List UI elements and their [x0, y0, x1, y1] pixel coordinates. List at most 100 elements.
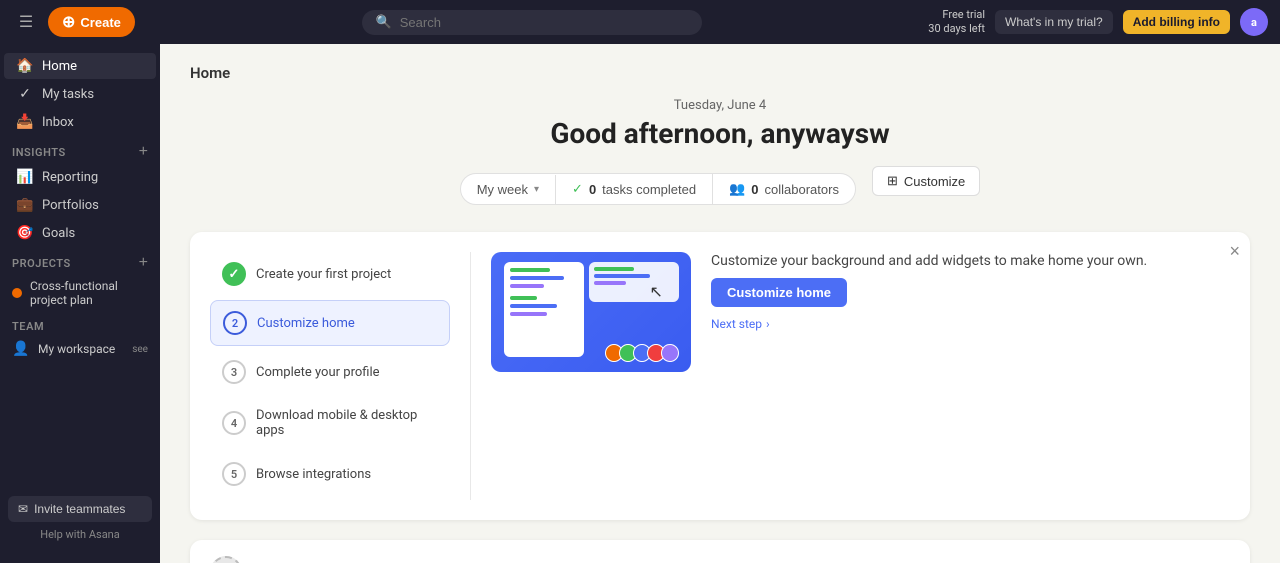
step-3-circle: 3: [222, 360, 246, 384]
inbox-icon: 📥: [16, 114, 34, 130]
hamburger-button[interactable]: ☰: [12, 8, 40, 36]
tasks-header: My tasks 🔒: [210, 556, 1230, 563]
sidebar-team-workspace[interactable]: 👤 My workspace see: [0, 336, 160, 362]
preview-panel-left: [504, 262, 584, 357]
project-dot-icon: [12, 288, 22, 298]
tasks-section: My tasks 🔒 Upcoming Overdue Completed + …: [190, 540, 1250, 563]
sidebar-my-tasks-label: My tasks: [42, 87, 94, 102]
customize-button[interactable]: ⊞ Customize: [872, 166, 980, 196]
topbar: ☰ ⊕ Create 🔍 Free trial 30 days left Wha…: [0, 0, 1280, 44]
step-4-circle: 4: [222, 411, 246, 435]
insights-section-header: Insights +: [0, 136, 160, 163]
avatar: a: [1240, 8, 1268, 36]
preview-panel-right: [589, 262, 679, 302]
sidebar-portfolios-label: Portfolios: [42, 198, 99, 213]
reporting-icon: 📊: [16, 169, 34, 185]
hero-date: Tuesday, June 4: [190, 98, 1250, 113]
search-input-wrap[interactable]: 🔍: [362, 10, 702, 35]
next-step-label: Next step: [711, 317, 762, 331]
preview-bar-2: [510, 276, 564, 280]
preview-avatars: [609, 344, 679, 362]
create-label: Create: [80, 15, 120, 30]
main-content: Home Tuesday, June 4 Good afternoon, any…: [160, 44, 1280, 563]
sidebar-project-cross-functional[interactable]: Cross-functional project plan: [0, 274, 160, 312]
onboarding-steps-list: ✓ Create your first project 2 Customize …: [210, 252, 450, 500]
check-icon: ✓: [572, 181, 583, 197]
team-section-label: Team: [12, 320, 44, 333]
tasks-avatar: [210, 556, 242, 563]
chevron-down-icon: ▾: [534, 184, 539, 195]
sidebar-workspace-label: My workspace: [38, 342, 115, 356]
onboarding-desc: Customize your background and add widget…: [711, 252, 1230, 331]
next-step-link[interactable]: Next step ›: [711, 317, 1230, 331]
portfolios-icon: 💼: [16, 197, 34, 213]
sidebar-goals-label: Goals: [42, 226, 75, 241]
my-week-button[interactable]: My week ▾: [461, 175, 556, 204]
preview-inner: ↖: [499, 257, 684, 367]
workspace-icon: 👤: [12, 341, 30, 357]
tasks-completed-label: tasks completed: [602, 182, 696, 197]
step-3-label: Complete your profile: [256, 365, 380, 380]
onboarding-divider: [470, 252, 471, 500]
preview-bar-1: [510, 268, 551, 272]
invite-label: Invite teammates: [34, 502, 125, 516]
sidebar-inbox-label: Inbox: [42, 115, 74, 130]
preview-bar-4: [510, 296, 537, 300]
cursor-icon: ↖: [650, 282, 664, 296]
search-bar: 🔍: [143, 10, 920, 35]
add-insights-button[interactable]: +: [139, 144, 148, 160]
projects-section-label: Projects: [12, 257, 71, 270]
step-2-label: Customize home: [257, 316, 355, 331]
add-project-button[interactable]: +: [139, 255, 148, 271]
sidebar-item-goals[interactable]: 🎯 Goals: [4, 220, 156, 246]
onboarding-step-2[interactable]: 2 Customize home: [210, 300, 450, 346]
sidebar-project-name: Cross-functional project plan: [30, 279, 148, 307]
onboarding-preview: ↖: [491, 252, 691, 372]
whats-in-trial-button[interactable]: What's in my trial?: [995, 10, 1113, 34]
my-week-label: My week: [477, 182, 528, 197]
topbar-left: ☰ ⊕ Create: [12, 7, 135, 37]
goals-icon: 🎯: [16, 225, 34, 241]
invite-teammates-button[interactable]: ✉ Invite teammates: [8, 496, 152, 522]
projects-section-header: Projects +: [0, 247, 160, 274]
tasks-completed-button[interactable]: ✓ 0 tasks completed: [556, 174, 713, 204]
tasks-icon: ✓: [16, 86, 34, 102]
hero-greeting: Good afternoon, anywaysw: [190, 117, 1250, 150]
sidebar-item-reporting[interactable]: 📊 Reporting: [4, 164, 156, 190]
search-icon: 🔍: [376, 15, 392, 30]
invite-icon: ✉: [18, 502, 28, 516]
step-2-circle: 2: [223, 311, 247, 335]
sidebar-item-home[interactable]: 🏠 Home: [4, 53, 156, 79]
people-icon: 👥: [729, 181, 745, 197]
onboarding-step-5[interactable]: 5 Browse integrations: [210, 452, 450, 496]
collaborators-button[interactable]: 👥 0 collaborators: [713, 174, 855, 204]
step-5-label: Browse integrations: [256, 467, 371, 482]
sidebar-item-my-tasks[interactable]: ✓ My tasks: [4, 81, 156, 107]
search-input[interactable]: [400, 15, 688, 30]
sidebar-bottom: ✉ Invite teammates Help with Asana: [0, 488, 160, 555]
trial-line1: Free trial: [928, 8, 985, 22]
step-5-circle: 5: [222, 462, 246, 486]
preview-bar-3: [510, 284, 544, 288]
sidebar-item-portfolios[interactable]: 💼 Portfolios: [4, 192, 156, 218]
customize-label: Customize: [904, 174, 965, 189]
layout: 🏠 Home ✓ My tasks 📥 Inbox Insights + 📊 R…: [0, 44, 1280, 563]
create-plus-icon: ⊕: [62, 12, 75, 32]
create-button[interactable]: ⊕ Create: [48, 7, 135, 37]
onboarding-step-3[interactable]: 3 Complete your profile: [210, 350, 450, 394]
onboarding-step-1[interactable]: ✓ Create your first project: [210, 252, 450, 296]
add-billing-button[interactable]: Add billing info: [1123, 10, 1230, 34]
help-link[interactable]: Help with Asana: [8, 522, 152, 547]
onboarding-preview-desc: Customize your background and add widget…: [711, 252, 1230, 272]
sidebar-item-inbox[interactable]: 📥 Inbox: [4, 109, 156, 135]
customize-icon: ⊞: [887, 173, 898, 189]
onboarding-step-4[interactable]: 4 Download mobile & desktop apps: [210, 398, 450, 448]
collaborators-label: collaborators: [765, 182, 839, 197]
sidebar: 🏠 Home ✓ My tasks 📥 Inbox Insights + 📊 R…: [0, 44, 160, 563]
onboarding-cta-button[interactable]: Customize home: [711, 278, 847, 307]
close-onboarding-button[interactable]: ×: [1229, 242, 1240, 260]
team-section-header: Team: [0, 312, 160, 336]
onboarding-right: ↖ Customize your background and add widg…: [491, 252, 1230, 500]
step-1-circle: ✓: [222, 262, 246, 286]
topbar-right: Free trial 30 days left What's in my tri…: [928, 8, 1268, 37]
